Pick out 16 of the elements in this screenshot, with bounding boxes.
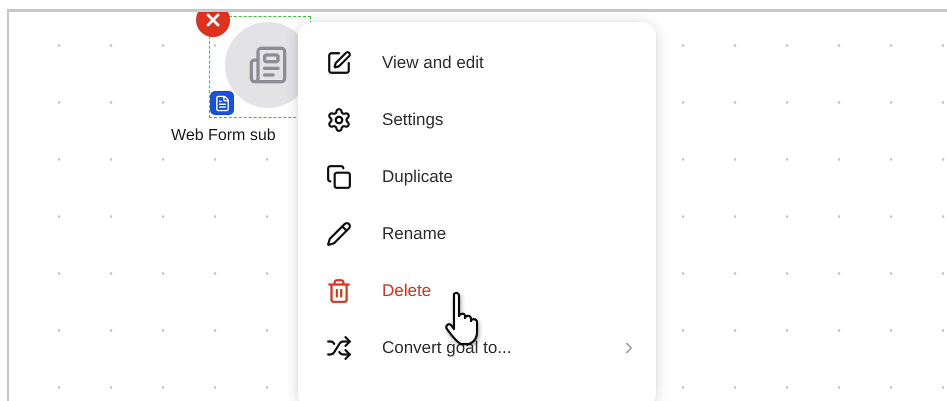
edit-icon <box>326 50 352 76</box>
menu-item[interactable]: Convert goal to... <box>298 319 656 376</box>
remove-button[interactable] <box>196 12 230 37</box>
node-label: Web Form sub <box>171 127 276 145</box>
trash-icon <box>326 278 352 304</box>
document-icon <box>210 91 234 115</box>
menu-item[interactable]: Duplicate <box>298 148 656 205</box>
menu-item[interactable]: Rename <box>298 205 656 262</box>
copy-icon <box>326 164 352 190</box>
menu-item[interactable]: Delete <box>298 262 656 319</box>
shuffle-icon <box>326 334 352 360</box>
settings-icon <box>326 106 352 132</box>
menu-item[interactable]: View and edit <box>298 34 656 91</box>
pencil-icon <box>326 220 352 246</box>
newspaper-icon <box>248 45 288 85</box>
menu-item[interactable]: Settings <box>298 91 656 148</box>
